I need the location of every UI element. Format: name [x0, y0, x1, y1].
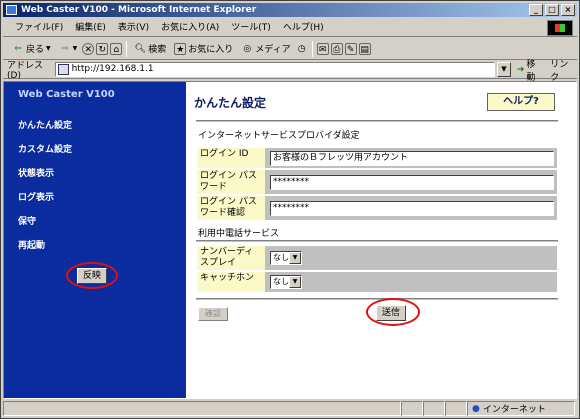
- favorites-label: お気に入り: [188, 45, 234, 55]
- window-title: Web Caster V100 - Microsoft Internet Exp…: [21, 5, 257, 15]
- back-arrow-icon: ⇐: [14, 43, 22, 54]
- number-display-value: なし: [273, 253, 289, 262]
- globe-icon: ●: [472, 403, 480, 414]
- search-icon: 🔍︎: [134, 43, 146, 54]
- status-bar: ● インターネット: [3, 400, 577, 417]
- number-display-select[interactable]: なし ▼: [270, 251, 302, 265]
- menu-file[interactable]: ファイル(F): [9, 20, 69, 36]
- stop-icon[interactable]: ✕: [82, 42, 95, 55]
- address-input[interactable]: http://192.168.1.1: [54, 62, 495, 77]
- sidebar: Web Caster V100 かんたん設定 カスタム設定 状態表示 ログ表示 …: [4, 82, 186, 398]
- password-confirm-row: ログイン パスワード確認 ********: [197, 196, 557, 220]
- password-confirm-label: ログイン パスワード確認: [197, 196, 267, 220]
- password-input[interactable]: ********: [270, 174, 554, 190]
- forward-arrow-icon: ⇒: [60, 43, 69, 54]
- sidebar-item-restart[interactable]: 再起動: [18, 238, 45, 251]
- favorites-button[interactable]: ★ お気に入り: [171, 42, 236, 55]
- browser-window: Web Caster V100 - Microsoft Internet Exp…: [0, 0, 580, 419]
- mail-icon[interactable]: ✉: [316, 42, 329, 55]
- back-dropdown-icon: ▼: [46, 45, 51, 52]
- help-button[interactable]: ヘルプ?: [487, 93, 555, 111]
- close-button[interactable]: ×: [561, 4, 575, 16]
- discuss-icon[interactable]: ▤: [358, 42, 371, 55]
- toolbar-separator: [126, 40, 128, 57]
- page-content: Web Caster V100 かんたん設定 カスタム設定 状態表示 ログ表示 …: [3, 81, 577, 399]
- isp-section-heading: インターネットサービスプロバイダ設定: [198, 131, 360, 141]
- go-arrow-icon: ➜: [516, 64, 525, 75]
- page-title: かんたん設定: [194, 96, 267, 110]
- menu-bar: ファイル(F) 編集(E) 表示(V) お気に入り(A) ツール(T) ヘルプ(…: [3, 19, 577, 37]
- toolbar: ⇐ 戻る ▼ ⇒ ▼ ✕ ↻ ⌂ 🔍︎ 検索 ★ お気に入り ◎ メディア ◷ …: [3, 38, 577, 60]
- login-id-label: ログイン ID: [197, 148, 267, 168]
- divider: [196, 120, 558, 122]
- menu-tools[interactable]: ツール(T): [225, 20, 277, 36]
- print-icon[interactable]: ⎙: [330, 42, 343, 55]
- address-dropdown-button[interactable]: ▼: [496, 62, 511, 77]
- title-bar: Web Caster V100 - Microsoft Internet Exp…: [3, 3, 577, 17]
- catch-phone-value: なし: [273, 277, 289, 286]
- go-button[interactable]: ➜ 移動: [517, 57, 544, 83]
- menu-view[interactable]: 表示(V): [112, 20, 155, 36]
- back-label: 戻る: [26, 45, 45, 55]
- sidebar-item-custom-setup[interactable]: カスタム設定: [18, 142, 72, 155]
- toolbar-separator: [311, 40, 313, 57]
- password-confirm-input[interactable]: ********: [270, 200, 554, 216]
- highlight-circle: [366, 298, 420, 326]
- status-pane: [401, 401, 423, 416]
- favorites-icon: ★: [174, 42, 187, 55]
- number-display-row: ナンバーディスプレイ なし ▼: [197, 246, 557, 270]
- catch-phone-select[interactable]: なし ▼: [270, 275, 302, 289]
- password-row: ログイン パスワード ********: [197, 170, 557, 194]
- zone-label: インターネット: [482, 405, 546, 415]
- chevron-down-icon: ▼: [289, 276, 301, 288]
- security-zone: ● インターネット: [467, 401, 575, 416]
- address-url: http://192.168.1.1: [71, 64, 154, 74]
- search-button[interactable]: 🔍︎ 検索: [131, 42, 169, 56]
- menu-edit[interactable]: 編集(E): [69, 20, 112, 36]
- menu-favorites[interactable]: お気に入り(A): [155, 20, 225, 36]
- status-text-pane: [3, 401, 401, 416]
- chevron-down-icon: ▼: [289, 252, 301, 264]
- back-button[interactable]: ⇐ 戻る ▼: [9, 42, 54, 56]
- divider: [196, 240, 558, 242]
- forward-button[interactable]: ⇒ ▼: [56, 43, 81, 55]
- login-id-input[interactable]: お客様のＢフレッツ用アカウント: [270, 150, 554, 166]
- refresh-icon[interactable]: ↻: [96, 42, 109, 55]
- edit-icon[interactable]: ✎: [344, 42, 357, 55]
- catch-phone-row: キャッチホン なし ▼: [197, 272, 557, 292]
- highlight-circle: [66, 262, 118, 289]
- address-bar: アドレス(D) http://192.168.1.1 ▼ ➜ 移動 リンク: [3, 60, 577, 83]
- confirm-button[interactable]: 確認: [198, 307, 228, 321]
- media-label: メディア: [255, 45, 291, 55]
- links-button[interactable]: リンク: [550, 57, 577, 83]
- media-icon: ◎: [243, 43, 252, 54]
- login-id-row: ログイン ID お客様のＢフレッツ用アカウント: [197, 148, 557, 168]
- address-label: アドレス(D): [7, 61, 44, 81]
- go-label: 移動: [526, 59, 536, 83]
- sidebar-item-status[interactable]: 状態表示: [18, 166, 54, 179]
- search-label: 検索: [148, 45, 167, 55]
- forward-dropdown-icon: ▼: [72, 45, 78, 52]
- ie-icon: [6, 5, 17, 15]
- media-button[interactable]: ◎ メディア: [238, 42, 293, 56]
- status-pane: [423, 401, 445, 416]
- maximize-button[interactable]: □: [545, 4, 559, 16]
- number-display-label: ナンバーディスプレイ: [197, 246, 267, 270]
- menu-help[interactable]: ヘルプ(H): [277, 20, 330, 36]
- sidebar-item-log[interactable]: ログ表示: [18, 190, 54, 203]
- brand-label: Web Caster V100: [18, 89, 115, 100]
- status-pane: [445, 401, 467, 416]
- page-icon: [57, 64, 69, 75]
- catch-phone-label: キャッチホン: [197, 272, 267, 292]
- password-label: ログイン パスワード: [197, 170, 267, 194]
- sidebar-item-easy-setup[interactable]: かんたん設定: [18, 118, 72, 131]
- home-icon[interactable]: ⌂: [110, 42, 123, 55]
- minimize-button[interactable]: _: [529, 4, 543, 16]
- history-icon[interactable]: ◷: [296, 43, 308, 55]
- windows-logo-icon: [547, 20, 573, 36]
- sidebar-item-maintenance[interactable]: 保守: [18, 214, 36, 227]
- phone-section-heading: 利用中電話サービス: [198, 229, 280, 239]
